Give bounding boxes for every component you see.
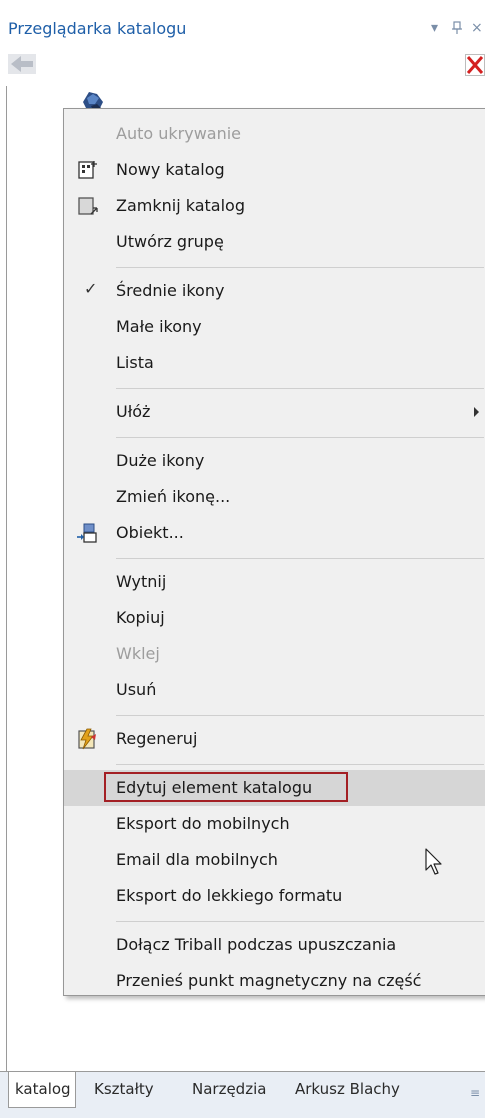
menu-item-list[interactable]: Lista xyxy=(64,345,485,381)
menu-item-label: Duże ikony xyxy=(116,451,205,470)
menu-item-label: Zamknij katalog xyxy=(116,196,245,215)
menu-item-label: Auto ukrywanie xyxy=(116,124,242,143)
menu-item-create-group[interactable]: Utwórz grupę xyxy=(64,224,485,260)
mouse-cursor-icon xyxy=(425,848,442,875)
menu-item-close-catalog[interactable]: Zamknij katalog xyxy=(64,188,485,224)
menu-item-label: Kopiuj xyxy=(116,608,165,627)
menu-item-large-icons[interactable]: Duże ikony xyxy=(64,443,485,479)
check-icon: ✓ xyxy=(84,279,98,298)
menu-item-label: Ułóż xyxy=(116,402,151,421)
menu-item-object[interactable]: Obiekt... xyxy=(64,515,485,551)
panel-dropdown-button[interactable]: ▾ xyxy=(431,21,438,35)
back-arrow-icon[interactable] xyxy=(8,54,36,74)
menu-separator xyxy=(116,921,484,922)
bottom-tab-strip: katalog Kształty Narzędzia Arkusz Blachy… xyxy=(0,1071,485,1118)
menu-separator xyxy=(116,437,484,438)
menu-item-delete[interactable]: Usuń xyxy=(64,672,485,708)
menu-separator xyxy=(116,267,484,268)
menu-item-label: Eksport do mobilnych xyxy=(116,814,290,833)
menu-item-label: Utwórz grupę xyxy=(116,232,224,251)
menu-item-label: Wytnij xyxy=(116,572,167,591)
menu-item-label: Przenieś punkt magnetyczny na część xyxy=(116,971,422,990)
catalog-browser-panel: Przeglądarka katalogu ▾ × Auto ukrywanie… xyxy=(0,0,485,1118)
menu-item-medium-icons[interactable]: ✓ Średnie ikony xyxy=(64,273,485,309)
menu-item-copy[interactable]: Kopiuj xyxy=(64,600,485,636)
panel-pin-button[interactable] xyxy=(452,21,462,38)
menu-item-small-icons[interactable]: Małe ikony xyxy=(64,309,485,345)
menu-item-label: Edytuj element katalogu xyxy=(116,778,313,797)
catalog-toolbar xyxy=(0,50,485,86)
menu-separator xyxy=(116,388,484,389)
tabs-menu-icon[interactable]: ≡ xyxy=(470,1086,480,1100)
pin-icon xyxy=(452,21,462,34)
menu-item-label: Zmień ikonę... xyxy=(116,487,231,506)
tab-arkusz-blachy[interactable]: Arkusz Blachy xyxy=(295,1080,400,1098)
menu-item-new-catalog[interactable]: Nowy katalog xyxy=(64,152,485,188)
submenu-arrow-icon xyxy=(474,407,479,417)
new-catalog-icon xyxy=(78,161,97,179)
menu-item-cut[interactable]: Wytnij xyxy=(64,564,485,600)
menu-item-label: Dołącz Triball podczas upuszczania xyxy=(116,935,397,954)
menu-separator xyxy=(116,558,484,559)
red-x-icon[interactable] xyxy=(465,54,485,76)
close-catalog-icon xyxy=(78,197,98,215)
menu-item-regenerate[interactable]: Regeneruj xyxy=(64,721,485,757)
menu-item-label: Regeneruj xyxy=(116,729,198,748)
menu-item-label: Średnie ikony xyxy=(116,281,225,300)
panel-close-button[interactable]: × xyxy=(471,21,483,35)
menu-item-export-lightweight[interactable]: Eksport do lekkiego formatu xyxy=(64,878,485,914)
object-icon xyxy=(77,523,97,543)
menu-item-auto-hide: Auto ukrywanie xyxy=(64,116,485,152)
menu-item-attach-triball[interactable]: Dołącz Triball podczas upuszczania xyxy=(64,927,485,963)
menu-item-label: Obiekt... xyxy=(116,523,184,542)
menu-item-change-icon[interactable]: Zmień ikonę... xyxy=(64,479,485,515)
panel-titlebar: Przeglądarka katalogu ▾ × xyxy=(0,0,485,50)
menu-separator xyxy=(116,764,484,765)
menu-item-label: Wklej xyxy=(116,644,160,663)
menu-item-move-snap-point[interactable]: Przenieś punkt magnetyczny na część xyxy=(64,963,485,999)
regenerate-icon xyxy=(78,728,96,750)
menu-separator xyxy=(116,715,484,716)
tab-narzedzia[interactable]: Narzędzia xyxy=(192,1080,266,1098)
context-menu: Auto ukrywanie Nowy katalog Zamknij kata… xyxy=(63,108,485,996)
tab-katalog[interactable]: katalog xyxy=(8,1072,76,1108)
panel-title: Przeglądarka katalogu xyxy=(8,19,187,38)
menu-item-email-mobile[interactable]: Email dla mobilnych xyxy=(64,842,485,878)
menu-item-label: Email dla mobilnych xyxy=(116,850,278,869)
menu-item-arrange[interactable]: Ułóż xyxy=(64,394,485,430)
menu-item-label: Lista xyxy=(116,353,154,372)
menu-item-edit-catalog-element[interactable]: Edytuj element katalogu xyxy=(64,770,485,806)
menu-item-paste: Wklej xyxy=(64,636,485,672)
menu-item-label: Eksport do lekkiego formatu xyxy=(116,886,343,905)
menu-item-label: Nowy katalog xyxy=(116,160,225,179)
menu-item-export-mobile[interactable]: Eksport do mobilnych xyxy=(64,806,485,842)
menu-item-label: Małe ikony xyxy=(116,317,202,336)
menu-item-label: Usuń xyxy=(116,680,157,699)
tab-ksztalty[interactable]: Kształty xyxy=(94,1080,154,1098)
